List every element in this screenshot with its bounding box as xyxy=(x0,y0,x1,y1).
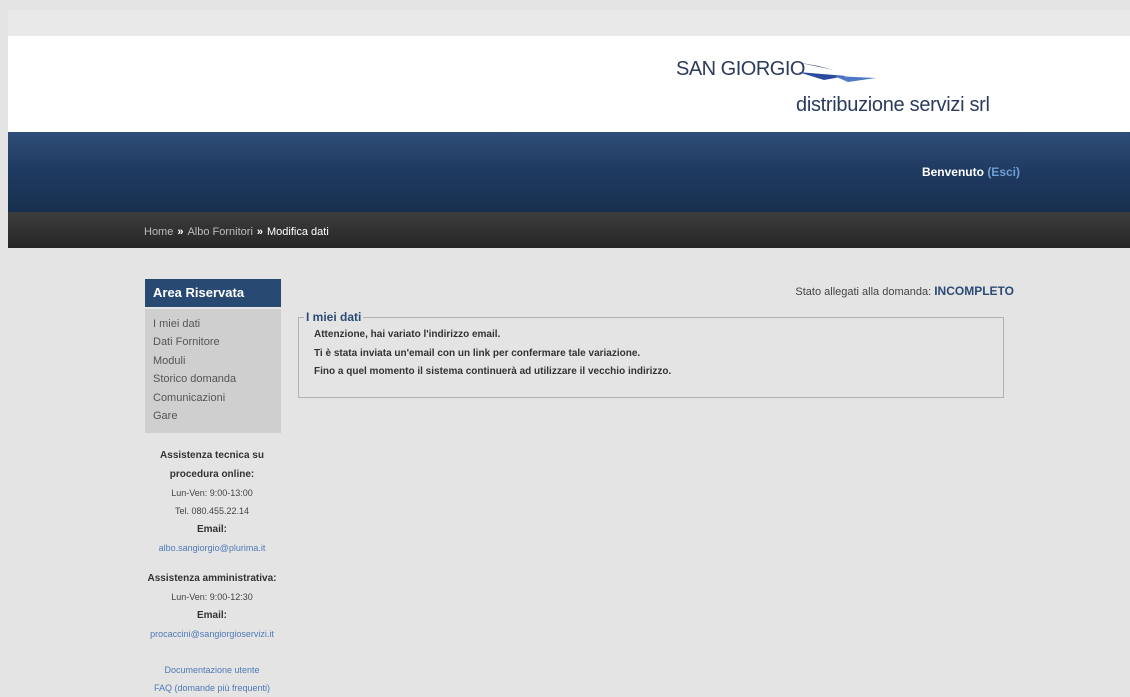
notice-messages: Attenzione, hai variato l'indirizzo emai… xyxy=(314,326,1003,382)
sidebar: Area Riservata I miei dati Dati Fornitor… xyxy=(145,279,281,697)
logout-link[interactable]: (Esci) xyxy=(987,165,1020,179)
breadcrumb-home[interactable]: Home xyxy=(144,226,173,238)
breadcrumb-albo-fornitori[interactable]: Albo Fornitori xyxy=(187,226,252,238)
sidebar-item-miei-dati[interactable]: I miei dati xyxy=(153,315,281,333)
status-badge: INCOMPLETO xyxy=(934,284,1014,298)
box-title: I miei dati xyxy=(306,310,362,324)
user-docs-link[interactable]: Documentazione utente xyxy=(137,661,287,679)
support-info: Assistenza tecnica su procedura online: … xyxy=(137,446,287,697)
top-strip xyxy=(8,10,1130,36)
logo-arrow-icon xyxy=(796,62,876,82)
my-data-box: I miei dati Attenzione, hai variato l'in… xyxy=(298,310,1004,398)
logo-subtitle: distribuzione servizi srl xyxy=(796,94,990,116)
notice-line: Attenzione, hai variato l'indirizzo emai… xyxy=(314,329,501,340)
notice-line: Ti è stata inviata un'email con un link … xyxy=(314,347,641,359)
welcome-message: Benvenuto (Esci) xyxy=(922,165,1020,179)
sidebar-title: Area Riservata xyxy=(145,279,281,307)
breadcrumb-current: Modifica dati xyxy=(267,226,329,238)
company-logo[interactable]: SAN GIORGIO distribuzione servizi srl xyxy=(670,50,1050,120)
admin-support-email-link[interactable]: procaccini@sangiorgioservizi.it xyxy=(137,625,287,643)
sidebar-item-moduli[interactable]: Moduli xyxy=(153,352,281,370)
notice-line: Fino a quel momento il sistema continuer… xyxy=(314,366,672,377)
main-content: Area Riservata I miei dati Dati Fornitor… xyxy=(8,248,1130,693)
sidebar-item-dati-fornitore[interactable]: Dati Fornitore xyxy=(153,333,281,351)
tech-support-email-link[interactable]: albo.sangiorgio@plurima.it xyxy=(137,539,287,557)
tech-support-email-label: Email: xyxy=(196,524,227,536)
faq-link[interactable]: FAQ (domande più frequenti) xyxy=(137,679,287,697)
tech-support-title-2: procedura online: xyxy=(169,469,255,481)
logo-name: SAN GIORGIO xyxy=(676,58,805,80)
admin-support-hours: Lun-Ven: 9:00-12:30 xyxy=(171,592,253,603)
sidebar-item-comunicazioni[interactable]: Comunicazioni xyxy=(153,389,281,407)
welcome-text: Benvenuto xyxy=(921,165,984,179)
sidebar-item-storico-domanda[interactable]: Storico domanda xyxy=(153,370,281,388)
application-status: Stato allegati alla domanda: INCOMPLETO xyxy=(795,284,1014,298)
breadcrumb-separator: » xyxy=(256,226,264,238)
breadcrumb-bar: Home» Albo Fornitori» Modifica dati xyxy=(8,212,1130,248)
site-header: SAN GIORGIO distribuzione servizi srl xyxy=(8,36,1130,132)
admin-support-title: Assistenza amministrativa: xyxy=(147,573,277,585)
user-bar: Benvenuto (Esci) xyxy=(8,132,1130,212)
breadcrumb-separator: » xyxy=(177,226,184,238)
tech-support-title-1: Assistenza tecnica su xyxy=(160,450,264,462)
sidebar-menu: I miei dati Dati Fornitore Moduli Storic… xyxy=(145,309,281,434)
tech-support-phone: Tel. 080.455.22.14 xyxy=(174,506,250,517)
breadcrumb: Home» Albo Fornitori» Modifica dati xyxy=(144,226,329,238)
admin-support-email-label: Email: xyxy=(196,610,227,622)
status-label: Stato allegati alla domanda: xyxy=(795,286,932,298)
sidebar-item-gare[interactable]: Gare xyxy=(153,407,281,425)
tech-support-hours: Lun-Ven: 9:00-13:00 xyxy=(171,488,253,499)
